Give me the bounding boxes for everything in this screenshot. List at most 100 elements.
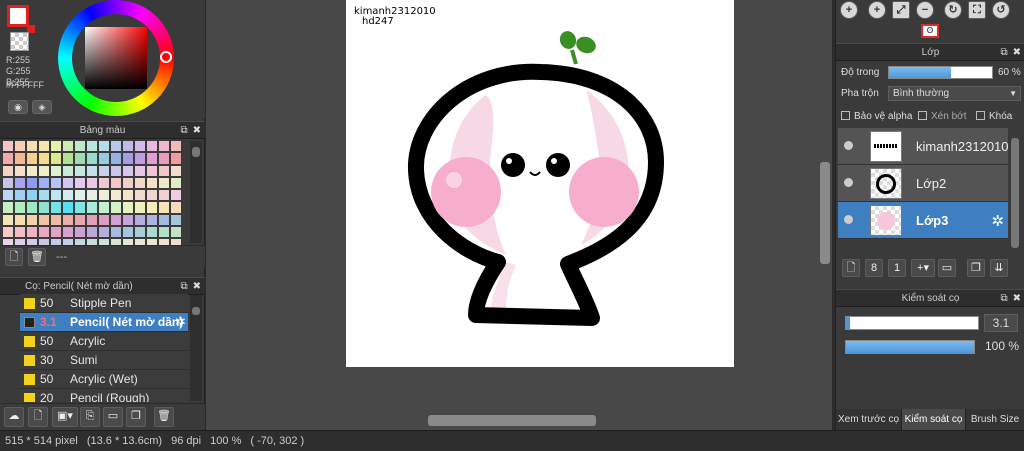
palette-swatch[interactable] <box>26 226 38 239</box>
gear-icon[interactable]: ✲ <box>991 212 1004 230</box>
palette-swatch[interactable] <box>122 140 134 153</box>
palette-swatch[interactable] <box>62 176 74 190</box>
palette-swatch[interactable] <box>62 213 74 227</box>
color-history-button[interactable]: ◈ <box>32 100 52 114</box>
brush-item[interactable]: 50 Acrylic <box>20 332 188 351</box>
palette-swatch[interactable] <box>170 176 182 190</box>
palette-swatch[interactable] <box>2 189 14 202</box>
palette-swatch[interactable] <box>170 140 182 153</box>
palette-swatch[interactable] <box>86 164 98 177</box>
new-palette-icon[interactable]: 🗋 <box>5 248 23 266</box>
trash-icon[interactable]: 🗑 <box>28 248 46 266</box>
palette-swatch[interactable] <box>26 164 38 177</box>
palette-swatch[interactable] <box>26 140 38 153</box>
palette-swatch[interactable] <box>62 226 74 239</box>
horizontal-scrollbar[interactable] <box>206 412 818 430</box>
palette-swatch[interactable] <box>134 140 146 153</box>
palette-swatch[interactable] <box>62 140 74 153</box>
transparent-color-swatch[interactable] <box>10 32 29 51</box>
palette-swatch[interactable] <box>26 152 38 165</box>
tab-brush-size[interactable]: Brush Size <box>966 409 1024 430</box>
palette-swatch[interactable] <box>86 140 98 153</box>
close-icon[interactable]: ✖ <box>193 125 201 136</box>
palette-swatch[interactable] <box>170 201 182 214</box>
palette-swatch[interactable] <box>74 152 86 165</box>
new-layer-icon[interactable]: 🗋 <box>842 259 860 277</box>
brush-scrollbar[interactable] <box>190 295 202 401</box>
palette-swatch[interactable] <box>158 164 170 177</box>
palette-swatch[interactable] <box>98 201 110 214</box>
layer-item[interactable]: Lớp2 <box>838 165 1008 202</box>
trash-icon[interactable]: 🗑 <box>154 407 174 427</box>
folder-icon[interactable]: ▭ <box>103 407 123 427</box>
palette-swatch[interactable] <box>14 201 26 214</box>
palette-swatch[interactable] <box>2 226 14 239</box>
palette-swatch[interactable] <box>110 176 122 190</box>
palette-swatch[interactable] <box>110 226 122 239</box>
palette-swatch[interactable] <box>170 164 182 177</box>
popout-icon[interactable]: ⧉ <box>1000 47 1007 58</box>
palette-swatch[interactable] <box>98 176 110 190</box>
blend-mode-select[interactable]: Bình thường ▼ <box>888 86 1021 101</box>
tab-brush-control[interactable]: Kiểm soát cọ <box>902 409 966 430</box>
palette-swatch[interactable] <box>14 152 26 165</box>
palette-swatch[interactable] <box>38 152 50 165</box>
palette-swatch[interactable] <box>170 152 182 165</box>
layer-scrollbar[interactable] <box>1009 130 1021 260</box>
copy-brush-icon[interactable]: ⎘ <box>80 407 100 427</box>
palette-swatch[interactable] <box>98 213 110 227</box>
rotate-icon[interactable]: ↻ <box>944 1 962 19</box>
palette-swatch[interactable] <box>146 164 158 177</box>
popout-icon[interactable]: ⧉ <box>180 125 187 136</box>
palette-swatch[interactable] <box>86 213 98 227</box>
palette-swatch[interactable] <box>122 226 134 239</box>
palette-swatch[interactable] <box>14 189 26 202</box>
palette-swatch[interactable] <box>110 140 122 153</box>
palette-swatch[interactable] <box>2 176 14 190</box>
palette-swatch[interactable] <box>170 226 182 239</box>
palette-swatch[interactable] <box>14 176 26 190</box>
palette-swatch[interactable] <box>14 213 26 227</box>
palette-swatch[interactable] <box>158 176 170 190</box>
palette-swatch[interactable] <box>74 176 86 190</box>
color-wheel[interactable] <box>58 0 174 116</box>
brush-item[interactable]: 50 Acrylic (Wet) <box>20 370 188 389</box>
palette-swatch[interactable] <box>14 164 26 177</box>
palette-swatch[interactable] <box>122 213 134 227</box>
palette-swatch[interactable] <box>122 164 134 177</box>
gear-icon[interactable]: ✲ <box>175 313 186 331</box>
palette-swatch[interactable] <box>74 213 86 227</box>
palette-swatch[interactable] <box>38 176 50 190</box>
palette-swatch[interactable] <box>86 201 98 214</box>
palette-swatch[interactable] <box>158 201 170 214</box>
close-icon[interactable]: ✖ <box>193 281 201 292</box>
palette-swatch[interactable] <box>158 140 170 153</box>
palette-swatch[interactable] <box>122 201 134 214</box>
palette-swatch[interactable] <box>98 164 110 177</box>
palette-swatch[interactable] <box>134 176 146 190</box>
folder-icon[interactable]: ▭ <box>938 259 956 277</box>
fit-screen-icon[interactable]: ⤢ <box>892 1 910 19</box>
navigator-thumbnail[interactable]: ʘ <box>921 24 939 38</box>
palette-swatch[interactable] <box>98 189 110 202</box>
eye-icon[interactable] <box>844 215 853 224</box>
main-color-swatch[interactable] <box>7 5 35 33</box>
merge-icon[interactable]: ⇊ <box>990 259 1008 277</box>
palette-swatch[interactable] <box>146 213 158 227</box>
brush-size-slider[interactable] <box>845 316 979 330</box>
palette-swatch[interactable] <box>110 189 122 202</box>
close-icon[interactable]: ✖ <box>1013 47 1021 58</box>
palette-swatch[interactable] <box>14 140 26 153</box>
canvas-area[interactable]: kimanh2312010 hd247 <box>206 0 832 430</box>
palette-swatch[interactable] <box>74 189 86 202</box>
palette-swatch[interactable] <box>38 189 50 202</box>
palette-swatch[interactable] <box>50 140 62 153</box>
brush-opacity-slider[interactable] <box>845 340 975 354</box>
palette-swatch[interactable] <box>62 152 74 165</box>
layer-item-selected[interactable]: Lớp3 ✲ <box>838 202 1008 239</box>
palette-swatch[interactable] <box>50 152 62 165</box>
tab-brush-preview[interactable]: Xem trước cọ <box>836 409 902 430</box>
popout-icon[interactable]: ⧉ <box>1000 293 1007 304</box>
palette-swatch[interactable] <box>98 226 110 239</box>
palette-swatch[interactable] <box>50 164 62 177</box>
